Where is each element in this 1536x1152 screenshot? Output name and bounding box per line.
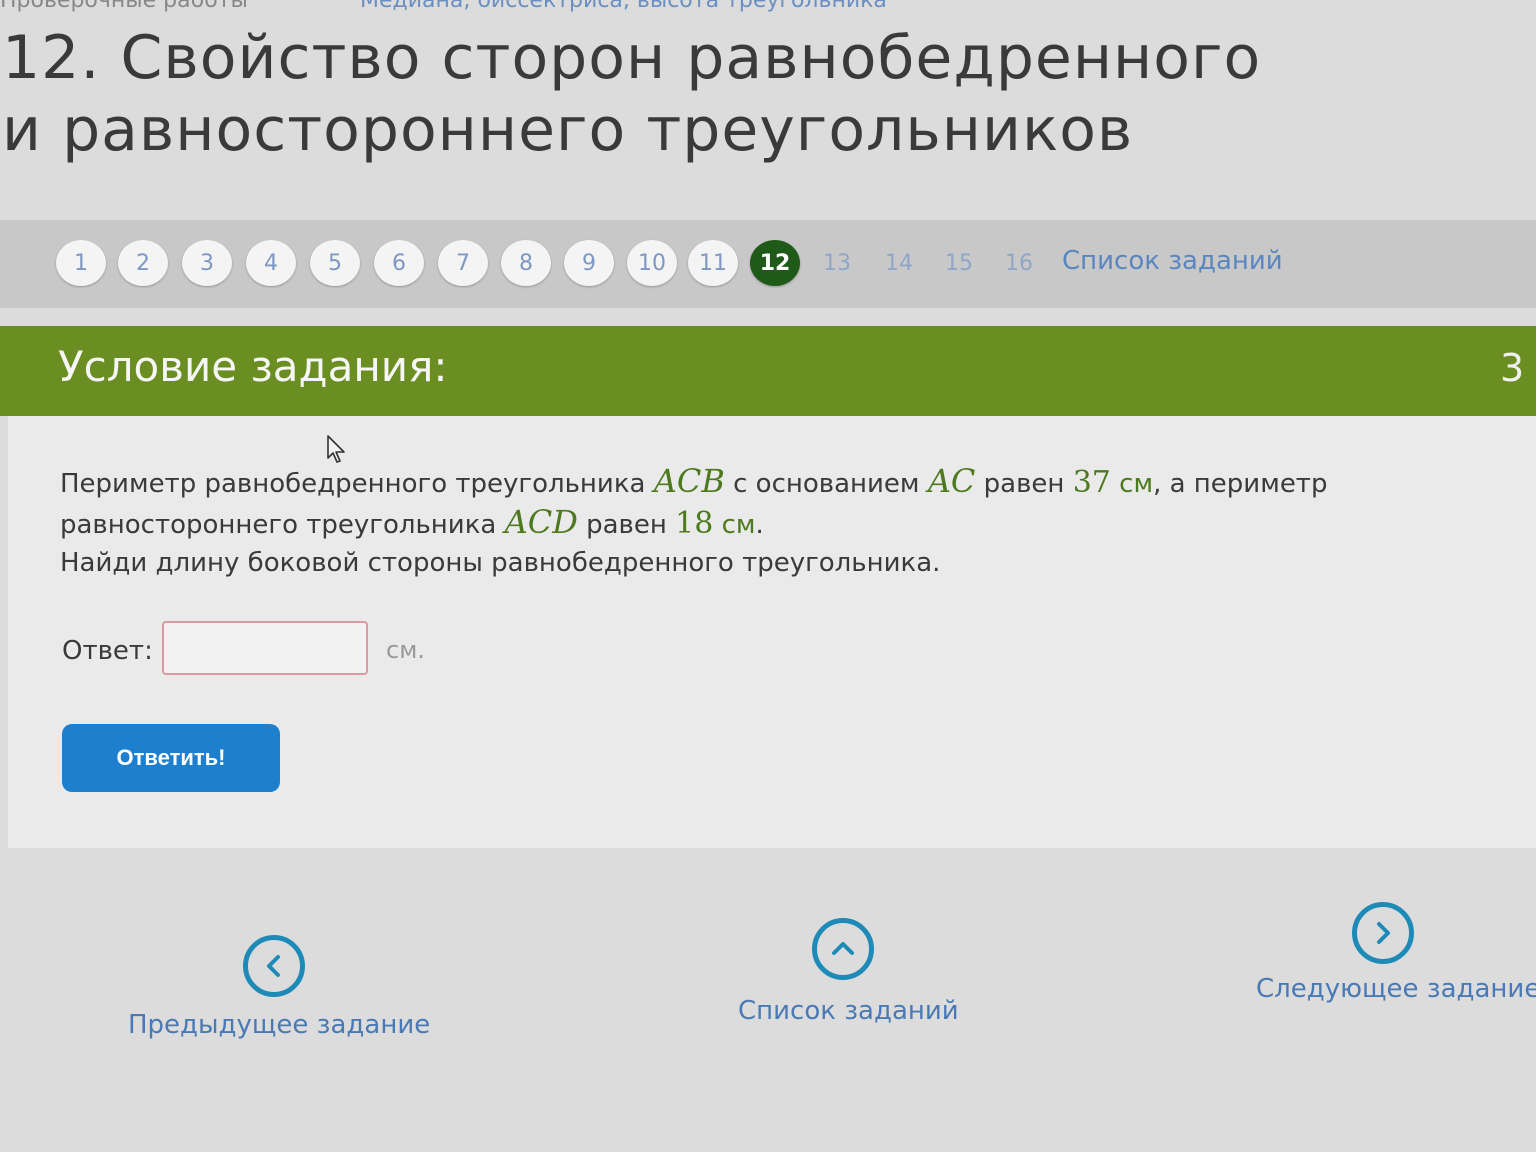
task-number-14[interactable]: 14 bbox=[874, 240, 924, 286]
problem-text-part: равен bbox=[975, 469, 1073, 499]
problem-text-part: Периметр равнобедренного треугольника bbox=[60, 469, 654, 499]
task-number-2[interactable]: 2 bbox=[118, 240, 168, 286]
task-list-bottom-link[interactable]: Список заданий bbox=[738, 996, 959, 1026]
page-title: 12. Свойство сторон равнобедренного и ра… bbox=[2, 23, 1262, 165]
breadcrumb-current[interactable]: Медиана, биссектриса, высота треугольник… bbox=[360, 0, 887, 13]
task-number-5[interactable]: 5 bbox=[310, 240, 360, 286]
task-list-link[interactable]: Список заданий bbox=[1062, 246, 1283, 276]
problem-text-part: . bbox=[755, 510, 764, 540]
condition-points: 3 bbox=[1500, 346, 1525, 390]
perimeter-unit-1: см bbox=[1110, 469, 1154, 499]
task-number-8[interactable]: 8 bbox=[501, 240, 551, 286]
perimeter-value-1: 37 bbox=[1072, 465, 1111, 500]
task-number-7[interactable]: 7 bbox=[438, 240, 488, 286]
task-number-16[interactable]: 16 bbox=[994, 240, 1044, 286]
submit-answer-button[interactable]: Ответить! bbox=[62, 724, 280, 792]
task-number-10[interactable]: 10 bbox=[627, 240, 677, 286]
task-number-13[interactable]: 13 bbox=[812, 240, 862, 286]
task-number-3[interactable]: 3 bbox=[182, 240, 232, 286]
problem-statement: Периметр равнобедренного треугольника AC… bbox=[60, 462, 1530, 582]
task-number-9[interactable]: 9 bbox=[564, 240, 614, 286]
task-number-6[interactable]: 6 bbox=[374, 240, 424, 286]
problem-text: Периметр равнобедренного треугольника AC… bbox=[60, 462, 1530, 544]
chevron-right-icon[interactable] bbox=[1352, 902, 1414, 964]
problem-text-part: с основанием bbox=[724, 469, 928, 499]
task-number-12-active[interactable]: 12 bbox=[750, 240, 800, 286]
breadcrumb: Проверочные работы Медиана, биссектриса,… bbox=[0, 0, 1536, 14]
task-number-11[interactable]: 11 bbox=[688, 240, 738, 286]
breadcrumb-parent[interactable]: Проверочные работы bbox=[0, 0, 248, 13]
triangle-acd: ACD bbox=[504, 503, 578, 541]
answer-unit: см. bbox=[386, 636, 425, 664]
triangle-acb: ACB bbox=[653, 462, 725, 500]
task-number-4[interactable]: 4 bbox=[246, 240, 296, 286]
perimeter-value-2: 18 bbox=[675, 506, 714, 541]
answer-input[interactable] bbox=[162, 621, 368, 675]
task-number-15[interactable]: 15 bbox=[934, 240, 984, 286]
answer-label: Ответ: bbox=[62, 636, 153, 666]
chevron-left-icon[interactable] bbox=[243, 935, 305, 997]
previous-task-link[interactable]: Предыдущее задание bbox=[128, 1010, 430, 1040]
chevron-up-icon[interactable] bbox=[812, 918, 874, 980]
perimeter-unit-2: см bbox=[713, 510, 756, 540]
base-ac: AC bbox=[927, 462, 976, 500]
task-number-1[interactable]: 1 bbox=[56, 240, 106, 286]
condition-title: Условие задания: bbox=[58, 342, 448, 391]
next-task-link[interactable]: Следующее задание bbox=[1256, 974, 1536, 1004]
problem-question: Найди длину боковой стороны равнобедренн… bbox=[60, 548, 941, 578]
problem-text-part: равен bbox=[577, 510, 676, 540]
